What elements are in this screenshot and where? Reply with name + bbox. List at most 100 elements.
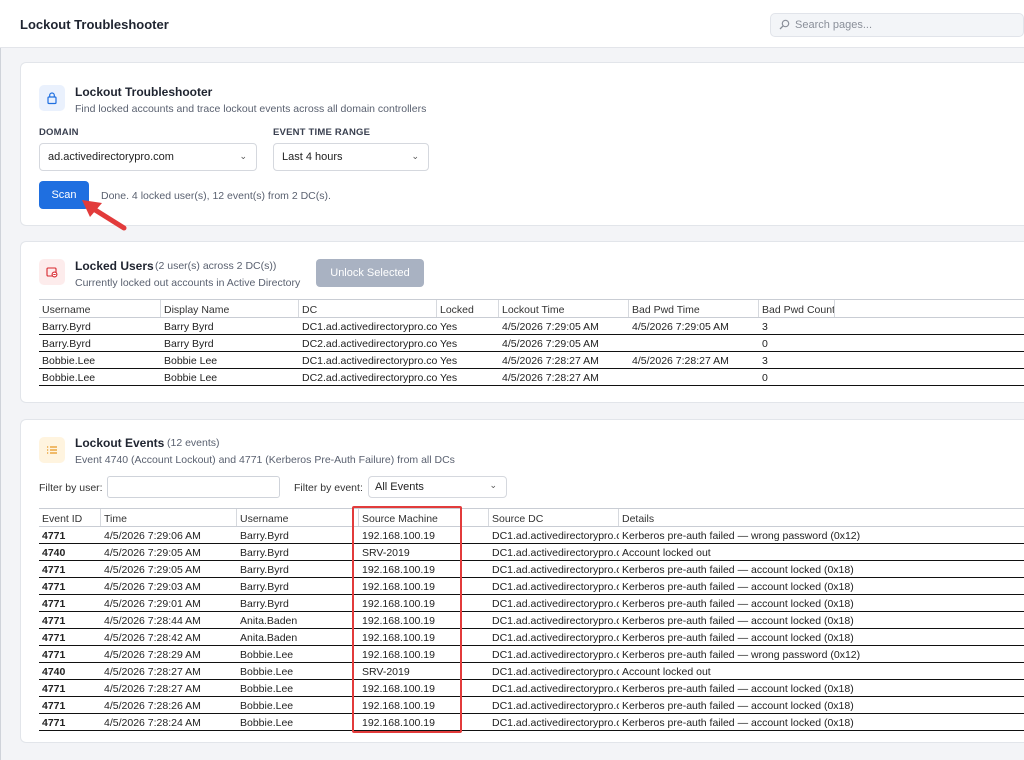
locked-users-table: Username Display Name DC Locked Lockout … <box>39 299 1024 386</box>
unlock-selected-button[interactable]: Unlock Selected <box>316 259 424 287</box>
lockout-events-card: Lockout Events (12 events) Event 4740 (A… <box>20 419 1024 743</box>
cell-username: Anita.Baden <box>240 632 298 644</box>
cell-details: Kerberos pre-auth failed — account locke… <box>622 615 854 627</box>
cell-details: Kerberos pre-auth failed — wrong passwor… <box>622 530 861 542</box>
table-row[interactable]: 4771 4/5/2026 7:29:06 AM Barry.Byrd 192.168… <box>39 527 1024 544</box>
cell-event-id: 4771 <box>42 598 66 610</box>
cell-details: Kerberos pre-auth failed — account locke… <box>622 632 854 644</box>
table-row[interactable]: 4771 4/5/2026 7:28:27 AM Bobbie.Lee 192.168… <box>39 680 1024 697</box>
cell-time: 4/5/2026 7:28:27 AM <box>104 666 201 678</box>
column-header[interactable]: Details <box>619 509 1024 526</box>
time-range-label: EVENT TIME RANGE <box>273 127 371 138</box>
column-header[interactable]: Display Name <box>161 300 299 317</box>
cell-event-id: 4771 <box>42 649 66 661</box>
cell-bad-pwd-count: 0 <box>762 338 768 350</box>
table-row[interactable]: Bobbie.Lee Bobbie Lee DC1.ad.activedirec… <box>39 352 1024 369</box>
cell-source-machine: 192.168.100.19 <box>362 564 435 576</box>
column-header[interactable]: Locked <box>437 300 499 317</box>
cell-time: 4/5/2026 7:29:05 AM <box>104 547 201 559</box>
cell-time: 4/5/2026 7:28:42 AM <box>104 632 201 644</box>
cell-event-id: 4771 <box>42 632 66 644</box>
cell-details: Kerberos pre-auth failed — wrong passwor… <box>622 649 861 661</box>
cell-username: Bobbie.Lee <box>240 649 294 661</box>
cell-dc: DC2.ad.activedirectorypro.com <box>302 372 437 384</box>
cell-display-name: Bobbie Lee <box>164 372 218 384</box>
column-header[interactable]: Source DC <box>489 509 619 526</box>
filter-event-value: All Events <box>375 481 424 493</box>
list-icon <box>39 437 65 463</box>
column-header[interactable]: Time <box>101 509 237 526</box>
table-row[interactable]: 4740 4/5/2026 7:28:27 AM Bobbie.Lee SRV-201… <box>39 663 1024 680</box>
cell-event-id: 4771 <box>42 615 66 627</box>
shield-alert-icon <box>39 259 65 285</box>
cell-bad-pwd-count: 3 <box>762 355 768 367</box>
table-row[interactable]: Barry.Byrd Barry Byrd DC1.ad.activedirec… <box>39 318 1024 335</box>
domain-select[interactable]: ad.activedirectorypro.com ⌄ <box>39 143 257 171</box>
table-row[interactable]: 4771 4/5/2026 7:28:24 AM Bobbie.Lee 192.168… <box>39 714 1024 731</box>
cell-source-dc: DC1.ad.activedirectorypro.com <box>492 717 619 729</box>
chevron-down-icon: ⌄ <box>411 151 419 161</box>
column-header[interactable]: Source Machine <box>359 509 489 526</box>
cell-bad-pwd-time: 4/5/2026 7:28:27 AM <box>632 355 729 367</box>
column-header[interactable]: Lockout Time <box>499 300 629 317</box>
time-range-select[interactable]: Last 4 hours ⌄ <box>273 143 429 171</box>
cell-event-id: 4771 <box>42 700 66 712</box>
cell-locked: Yes <box>440 372 458 384</box>
column-header[interactable]: Bad Pwd Time <box>629 300 759 317</box>
lockout-events-table: Event ID Time Username Source Machine So… <box>39 508 1024 731</box>
column-header[interactable]: Username <box>237 509 359 526</box>
cell-dc: DC1.ad.activedirectorypro.com <box>302 355 437 367</box>
cell-details: Kerberos pre-auth failed — account locke… <box>622 717 854 729</box>
cell-display-name: Bobbie Lee <box>164 355 218 367</box>
cell-source-dc: DC1.ad.activedirectorypro.com <box>492 615 619 627</box>
cell-bad-pwd-count: 0 <box>762 372 768 384</box>
cell-lockout-time: 4/5/2026 7:28:27 AM <box>502 372 599 384</box>
table-row[interactable]: 4771 4/5/2026 7:29:05 AM Barry.Byrd 192.168… <box>39 561 1024 578</box>
chevron-down-icon: ⌄ <box>239 151 247 161</box>
cell-source-machine: 192.168.100.19 <box>362 530 435 542</box>
cell-locked: Yes <box>440 321 458 333</box>
cell-details: Account locked out <box>622 547 711 559</box>
search-box[interactable] <box>770 13 1024 37</box>
events-body: 4771 4/5/2026 7:29:06 AM Barry.Byrd 192.168… <box>39 527 1024 731</box>
table-row[interactable]: 4740 4/5/2026 7:29:05 AM Barry.Byrd SRV-201… <box>39 544 1024 561</box>
search-input[interactable] <box>795 17 1015 33</box>
cell-details: Account locked out <box>622 666 711 678</box>
locked-users-count: (2 user(s) across 2 DC(s)) <box>155 260 277 272</box>
cell-source-machine: 192.168.100.19 <box>362 717 435 729</box>
cell-dc: DC1.ad.activedirectorypro.com <box>302 321 437 333</box>
cell-source-dc: DC1.ad.activedirectorypro.com <box>492 632 619 644</box>
lockout-events-title: Lockout Events <box>75 436 165 450</box>
locked-users-card: Locked Users (2 user(s) across 2 DC(s)) … <box>20 241 1024 403</box>
cell-event-id: 4771 <box>42 683 66 695</box>
cell-username: Bobbie.Lee <box>240 683 294 695</box>
table-row[interactable]: Barry.Byrd Barry Byrd DC2.ad.activedirec… <box>39 335 1024 352</box>
table-row[interactable]: 4771 4/5/2026 7:29:03 AM Barry.Byrd 192.168… <box>39 578 1024 595</box>
cell-source-machine: 192.168.100.19 <box>362 649 435 661</box>
table-row[interactable]: 4771 4/5/2026 7:29:01 AM Barry.Byrd 192.168… <box>39 595 1024 612</box>
column-header[interactable]: DC <box>299 300 437 317</box>
table-row[interactable]: 4771 4/5/2026 7:28:26 AM Bobbie.Lee 192.168… <box>39 697 1024 714</box>
cell-username: Bobbie.Lee <box>240 700 294 712</box>
cell-bad-pwd-time <box>629 335 759 351</box>
cell-username: Anita.Baden <box>240 615 298 627</box>
column-header[interactable]: Username <box>39 300 161 317</box>
cell-username: Barry.Byrd <box>240 598 289 610</box>
cell-username: Barry.Byrd <box>240 581 289 593</box>
app-title: Lockout Troubleshooter <box>20 17 169 32</box>
column-header[interactable]: Event ID <box>39 509 101 526</box>
table-row[interactable]: 4771 4/5/2026 7:28:29 AM Bobbie.Lee 192.168… <box>39 646 1024 663</box>
filter-event-select[interactable]: All Events ⌄ <box>368 476 507 498</box>
table-header: Event ID Time Username Source Machine So… <box>39 509 1024 527</box>
cell-time: 4/5/2026 7:28:26 AM <box>104 700 201 712</box>
search-icon <box>779 19 790 33</box>
cell-display-name: Barry Byrd <box>164 321 214 333</box>
cell-bad-pwd-time: 4/5/2026 7:29:05 AM <box>632 321 729 333</box>
cell-time: 4/5/2026 7:29:05 AM <box>104 564 201 576</box>
table-row[interactable]: 4771 4/5/2026 7:28:44 AM Anita.Baden 192.16… <box>39 612 1024 629</box>
filter-user-input[interactable] <box>107 476 280 498</box>
table-row[interactable]: Bobbie.Lee Bobbie Lee DC2.ad.activedirec… <box>39 369 1024 386</box>
column-header[interactable]: Bad Pwd Count <box>759 300 835 317</box>
cell-locked: Yes <box>440 338 458 350</box>
table-row[interactable]: 4771 4/5/2026 7:28:42 AM Anita.Baden 192.16… <box>39 629 1024 646</box>
